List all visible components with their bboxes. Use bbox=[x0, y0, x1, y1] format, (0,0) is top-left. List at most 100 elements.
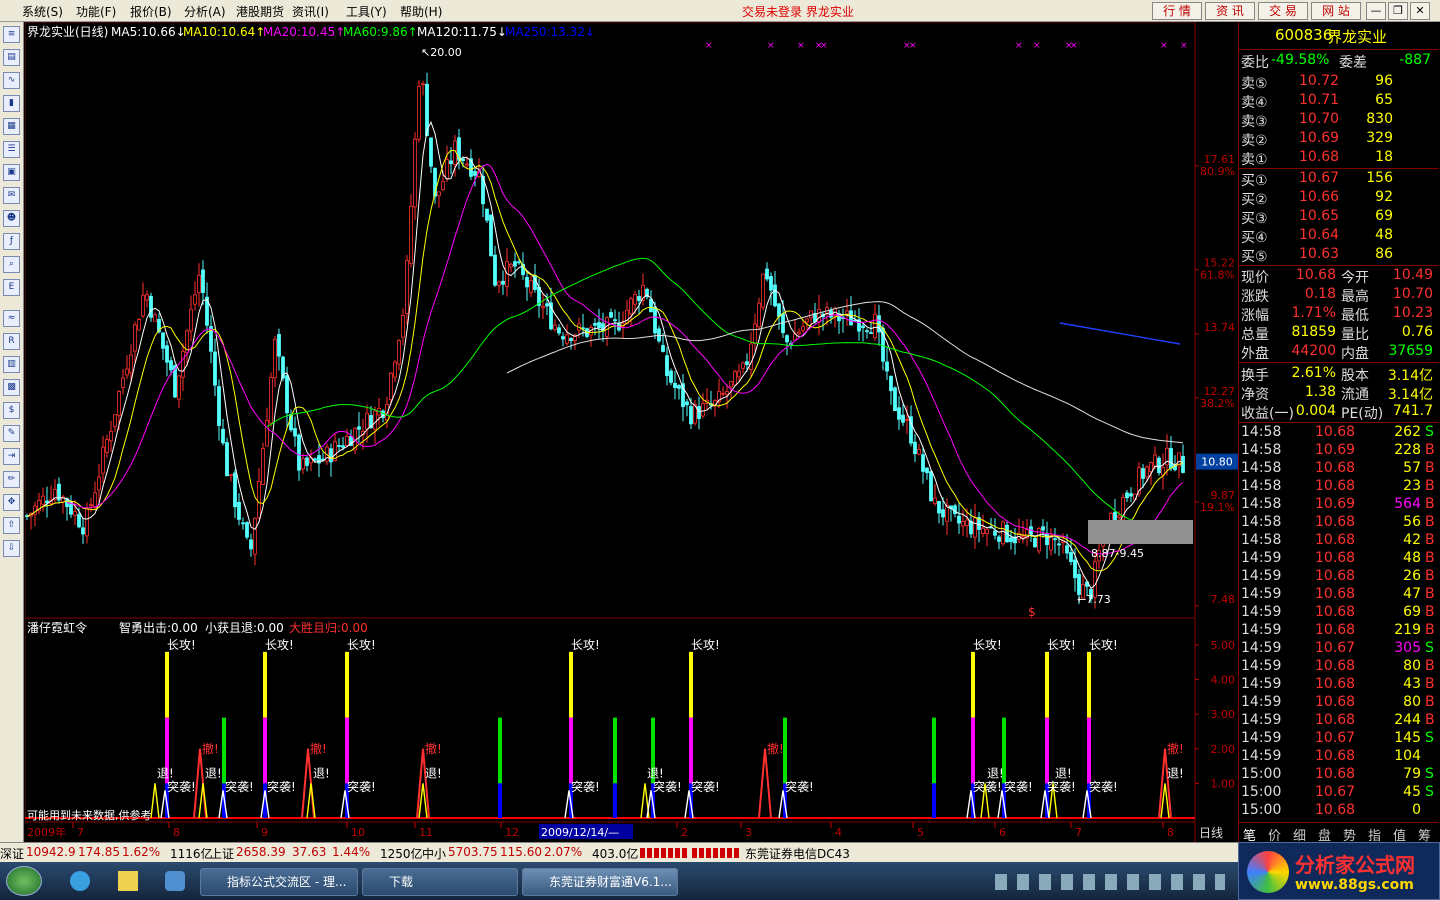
menu-quote[interactable]: 报价(B) bbox=[130, 3, 172, 20]
tick-row[interactable]: 14:58 10.69 228 B bbox=[1241, 442, 1437, 461]
tick-row[interactable]: 14:59 10.68 244 B bbox=[1241, 712, 1437, 731]
mail-icon[interactable]: ✉ bbox=[3, 187, 20, 204]
stat-row[interactable]: 涨幅 1.71% 最低 10.23 bbox=[1241, 305, 1437, 324]
tab-trade[interactable]: 交 易 bbox=[1258, 2, 1308, 20]
tool-icon[interactable]: ✎ bbox=[3, 425, 20, 442]
explorer-icon[interactable] bbox=[118, 871, 138, 891]
tick-row[interactable]: 14:59 10.68 26 B bbox=[1241, 568, 1437, 587]
tick-row[interactable]: 14:58 10.68 56 B bbox=[1241, 514, 1437, 533]
sell-row[interactable]: 卖④ 10.71 65 bbox=[1241, 92, 1437, 111]
candle-body bbox=[73, 511, 77, 516]
sell-row[interactable]: 卖② 10.69 329 bbox=[1241, 130, 1437, 149]
kline-icon[interactable]: ▮ bbox=[3, 95, 20, 112]
stat2-row[interactable]: 收益(一) 0.004 PE(动) 741.7 bbox=[1241, 403, 1437, 422]
tick-row[interactable]: 14:59 10.67 145 S bbox=[1241, 730, 1437, 749]
menu-tools[interactable]: 工具(Y) bbox=[346, 3, 387, 20]
formula-icon[interactable]: ƒ bbox=[3, 233, 20, 250]
zoom-icon[interactable]: ⌕ bbox=[3, 256, 20, 273]
menu-analysis[interactable]: 分析(A) bbox=[184, 3, 226, 20]
maximize-icon[interactable]: ❐ bbox=[1388, 2, 1408, 20]
tick-volume: 305 bbox=[1394, 640, 1421, 656]
tick-row[interactable]: 14:58 10.69 564 B bbox=[1241, 496, 1437, 515]
x-axis-label: 10 bbox=[351, 826, 365, 839]
buy-row[interactable]: 买① 10.67 156 bbox=[1241, 170, 1437, 189]
stat2-row[interactable]: 换手 2.61% 股本 3.14亿 bbox=[1241, 365, 1437, 384]
task-trading-app[interactable]: 东莞证券财富通V6.1... bbox=[522, 868, 678, 896]
tick-row[interactable]: 14:58 10.68 23 B bbox=[1241, 478, 1437, 497]
stat-row[interactable]: 涨跌 0.18 最高 10.70 bbox=[1241, 286, 1437, 305]
stat-row[interactable]: 总量 81859 量比 0.76 bbox=[1241, 324, 1437, 343]
tick-row[interactable]: 14:59 10.68 80 B bbox=[1241, 694, 1437, 713]
x-axis-label: 7 bbox=[1075, 826, 1082, 839]
tick-row[interactable]: 14:59 10.68 80 B bbox=[1241, 658, 1437, 677]
tick-row[interactable]: 15:00 10.67 45 S bbox=[1241, 784, 1437, 803]
move-icon[interactable]: ✥ bbox=[3, 494, 20, 511]
tab-website[interactable]: 网 站 bbox=[1311, 2, 1361, 20]
tick-row[interactable]: 14:59 10.68 219 B bbox=[1241, 622, 1437, 641]
stat-row[interactable]: 现价 10.68 今开 10.49 bbox=[1241, 267, 1437, 286]
buy-row[interactable]: 买② 10.66 92 bbox=[1241, 189, 1437, 208]
stat-row[interactable]: 外盘 44200 内盘 37659 bbox=[1241, 343, 1437, 362]
ie-icon[interactable] bbox=[70, 871, 90, 891]
tick-row[interactable]: 14:59 10.68 43 B bbox=[1241, 676, 1437, 695]
tick-row[interactable]: 14:59 10.68 48 B bbox=[1241, 550, 1437, 569]
buy-row[interactable]: 买④ 10.64 48 bbox=[1241, 227, 1437, 246]
grid-icon[interactable]: ▩ bbox=[3, 379, 20, 396]
arrow-down-icon[interactable]: ⇩ bbox=[3, 540, 20, 557]
quote-list-icon[interactable]: ▤ bbox=[3, 49, 20, 66]
menu-system[interactable]: 系统(S) bbox=[22, 3, 63, 20]
tick-row[interactable]: 14:58 10.68 57 B bbox=[1241, 460, 1437, 479]
etf-icon[interactable]: E bbox=[3, 279, 20, 296]
export-icon[interactable]: ⇥ bbox=[3, 448, 20, 465]
start-button[interactable] bbox=[6, 866, 42, 896]
menu-hk-futures[interactable]: 港股期货 bbox=[236, 3, 284, 20]
stat-label-b: 量比 bbox=[1341, 327, 1369, 343]
kline-chart-svg[interactable]: 17.6180.9%15.2261.8%13.7412.2738.2%9.871… bbox=[25, 22, 1238, 842]
tick-row[interactable]: 14:58 10.68 262 S bbox=[1241, 424, 1437, 443]
minimize-icon[interactable]: — bbox=[1366, 2, 1386, 20]
event-marker: × bbox=[820, 41, 828, 51]
document-icon[interactable]: ▣ bbox=[3, 164, 20, 181]
tick-row[interactable]: 14:59 10.68 69 B bbox=[1241, 604, 1437, 623]
list-icon[interactable]: ≡ bbox=[3, 26, 20, 43]
tab-news[interactable]: 资 讯 bbox=[1205, 2, 1255, 20]
tick-row[interactable]: 14:59 10.68 104 bbox=[1241, 748, 1437, 767]
tick-row[interactable]: 15:00 10.68 79 S bbox=[1241, 766, 1437, 785]
pencil-icon[interactable]: ✏ bbox=[3, 471, 20, 488]
tick-row[interactable]: 14:59 10.67 305 S bbox=[1241, 640, 1437, 659]
arrow-up-icon[interactable]: ⇧ bbox=[3, 517, 20, 534]
rsi-icon[interactable]: R bbox=[3, 333, 20, 350]
stat2-row[interactable]: 净资 1.38 流通 3.14亿 bbox=[1241, 384, 1437, 403]
tick-price: 10.68 bbox=[1315, 478, 1356, 494]
separator bbox=[1239, 362, 1439, 363]
users-icon[interactable]: ☻ bbox=[3, 210, 20, 227]
table-icon[interactable]: ▦ bbox=[3, 118, 20, 135]
buy-row[interactable]: 买③ 10.65 69 bbox=[1241, 208, 1437, 227]
weibi-row[interactable]: 委比 -49.58% 委差 -887 bbox=[1241, 52, 1437, 71]
tick-row[interactable]: 14:58 10.68 42 B bbox=[1241, 532, 1437, 551]
tab-market[interactable]: 行 情 bbox=[1152, 2, 1202, 20]
dollar-icon[interactable]: $ bbox=[3, 402, 20, 419]
signal-raid: 突袭! bbox=[571, 779, 600, 794]
menu-news[interactable]: 资讯(I) bbox=[292, 3, 329, 20]
menu-help[interactable]: 帮助(H) bbox=[400, 3, 442, 20]
line-chart-icon[interactable]: ∿ bbox=[3, 72, 20, 89]
task-forum[interactable]: 指标公式交流区 - 理... bbox=[200, 868, 358, 896]
wave-icon[interactable]: ≈ bbox=[3, 310, 20, 327]
tick-row[interactable]: 15:00 10.68 0 bbox=[1241, 802, 1437, 821]
indicator-icon[interactable]: ▥ bbox=[3, 356, 20, 373]
close-icon[interactable]: ✕ bbox=[1410, 2, 1430, 20]
report-icon[interactable]: ☰ bbox=[3, 141, 20, 158]
task-downloads[interactable]: 下载 bbox=[362, 868, 518, 896]
app-icon[interactable] bbox=[165, 871, 185, 891]
tray-icons[interactable] bbox=[995, 874, 1225, 890]
menu-function[interactable]: 功能(F) bbox=[76, 3, 116, 20]
chart-area[interactable]: 17.61 80.9% 15.22 61.8% 13.74 12.27 38.2% 9.87 1… bbox=[25, 22, 1238, 842]
sell-row[interactable]: 卖① 10.68 18 bbox=[1241, 149, 1437, 168]
zx-percent: 2.07% bbox=[544, 845, 583, 859]
sell-row[interactable]: 卖③ 10.70 830 bbox=[1241, 111, 1437, 130]
buy-row[interactable]: 买⑤ 10.63 86 bbox=[1241, 246, 1437, 265]
tick-row[interactable]: 14:59 10.68 47 B bbox=[1241, 586, 1437, 605]
candle-body bbox=[905, 418, 909, 421]
sell-row[interactable]: 卖⑤ 10.72 96 bbox=[1241, 73, 1437, 92]
